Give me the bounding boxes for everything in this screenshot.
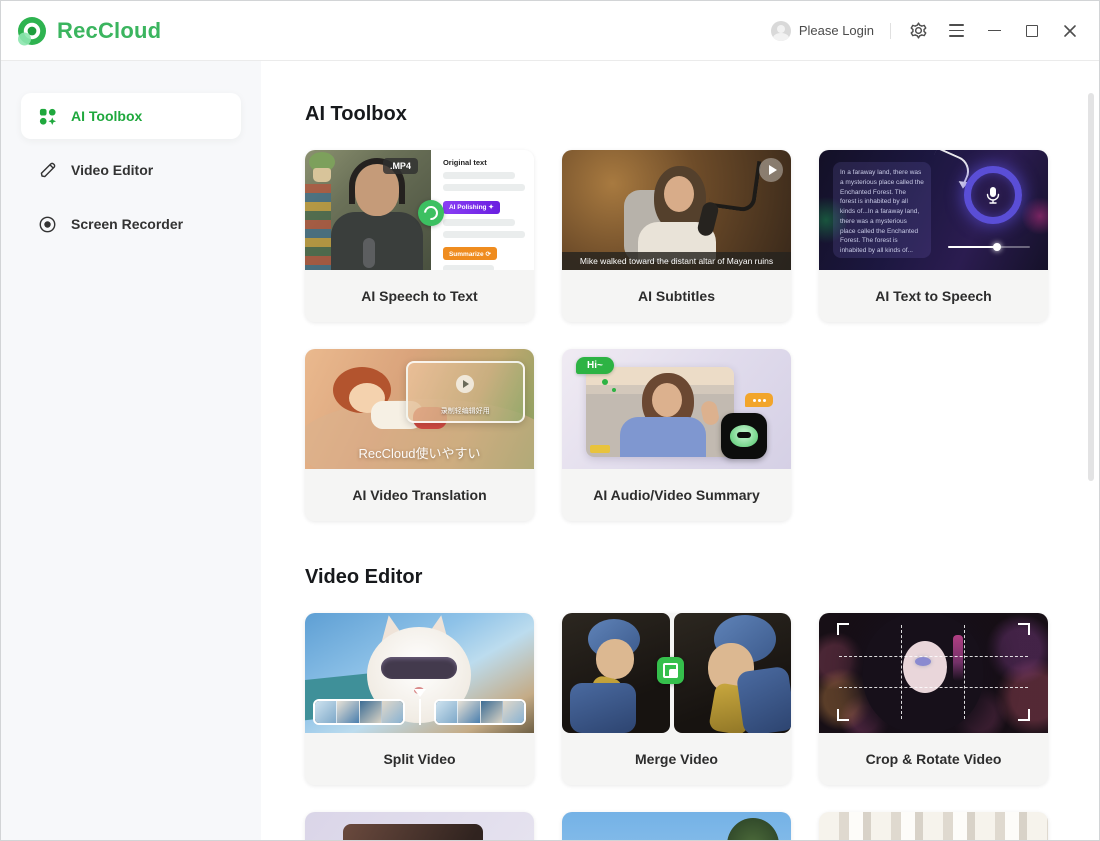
card-title: Crop & Rotate Video bbox=[819, 733, 1048, 785]
filmstrip-right bbox=[434, 699, 526, 725]
card-partial-2[interactable] bbox=[562, 812, 791, 840]
card-thumbnail bbox=[305, 812, 534, 840]
video-inset bbox=[586, 367, 734, 457]
menu-button[interactable] bbox=[945, 20, 967, 42]
sidebar-item-screen-recorder[interactable]: Screen Recorder bbox=[21, 201, 241, 247]
sidebar: AI Toolbox Video Editor Screen Recorder bbox=[1, 61, 261, 840]
card-thumbnail bbox=[819, 812, 1048, 840]
ai-polishing-badge: AI Polishing ✦ bbox=[443, 201, 500, 214]
card-ai-audio-video-summary[interactable]: Hi~ AI Audio/Video Summary bbox=[562, 349, 791, 521]
filmstrip-left bbox=[313, 699, 405, 725]
app-window: RecCloud Please Login bbox=[0, 0, 1100, 841]
main-content: AI Toolbox .MP4 Original text AI Polishi… bbox=[261, 61, 1099, 840]
card-title: AI Speech to Text bbox=[305, 270, 534, 322]
settings-button[interactable] bbox=[907, 20, 929, 42]
ai-toolbox-icon bbox=[38, 107, 57, 126]
app-logo: RecCloud bbox=[17, 16, 161, 46]
login-link[interactable]: Please Login bbox=[799, 23, 874, 38]
card-thumbnail: .MP4 Original text AI Polishing ✦ Summar… bbox=[305, 150, 534, 270]
app-title: RecCloud bbox=[57, 18, 161, 44]
play-icon bbox=[759, 158, 783, 182]
card-thumbnail bbox=[562, 613, 791, 733]
card-thumbnail bbox=[819, 613, 1048, 733]
maximize-icon bbox=[1026, 25, 1038, 37]
hamburger-menu-icon bbox=[949, 24, 964, 37]
minimize-button[interactable] bbox=[983, 20, 1005, 42]
merge-icon bbox=[657, 657, 684, 684]
card-title: Split Video bbox=[305, 733, 534, 785]
vertical-scrollbar[interactable] bbox=[1088, 93, 1094, 481]
translated-caption: RecCloud使いやすい bbox=[305, 443, 534, 462]
sidebar-item-label: AI Toolbox bbox=[71, 108, 142, 124]
section-title-ai-toolbox: AI Toolbox bbox=[305, 103, 1099, 126]
play-icon bbox=[456, 375, 474, 393]
audio-progress-slider bbox=[948, 246, 1030, 249]
original-text-label: Original text bbox=[443, 158, 525, 167]
subtitle-caption: Mike walked toward the distant altar of … bbox=[562, 252, 791, 270]
minimize-icon bbox=[988, 30, 1001, 32]
card-merge-video[interactable]: Merge Video bbox=[562, 613, 791, 785]
pip-inset-frame: 录制轻编辑好用 bbox=[406, 361, 525, 423]
card-partial-3[interactable] bbox=[819, 812, 1048, 840]
user-avatar[interactable] bbox=[771, 21, 791, 41]
inset-caption: 录制轻编辑好用 bbox=[408, 406, 523, 416]
greeting-bubble: Hi~ bbox=[576, 357, 614, 374]
card-title: Merge Video bbox=[562, 733, 791, 785]
card-partial-1[interactable] bbox=[305, 812, 534, 840]
card-thumbnail bbox=[305, 613, 534, 733]
split-marker-icon bbox=[419, 699, 421, 725]
close-button[interactable] bbox=[1059, 20, 1081, 42]
sidebar-item-label: Screen Recorder bbox=[71, 216, 183, 232]
card-ai-text-to-speech[interactable]: In a faraway land, there was a mysteriou… bbox=[819, 150, 1048, 322]
record-icon bbox=[38, 215, 57, 234]
card-ai-video-translation[interactable]: 录制轻编辑好用 RecCloud使いやすい AI Video Translati… bbox=[305, 349, 534, 521]
sidebar-item-video-editor[interactable]: Video Editor bbox=[21, 147, 241, 193]
ai-toolbox-grid: .MP4 Original text AI Polishing ✦ Summar… bbox=[305, 150, 1099, 521]
title-bar: RecCloud Please Login bbox=[1, 1, 1099, 61]
reccloud-logo-icon bbox=[17, 16, 47, 46]
card-ai-subtitles[interactable]: Mike walked toward the distant altar of … bbox=[562, 150, 791, 322]
card-title: AI Subtitles bbox=[562, 270, 791, 322]
card-title: AI Video Translation bbox=[305, 469, 534, 521]
microphone-icon bbox=[985, 186, 1001, 204]
tts-passage: In a faraway land, there was a mysteriou… bbox=[833, 162, 931, 258]
card-thumbnail: Hi~ bbox=[562, 349, 791, 469]
card-title: AI Audio/Video Summary bbox=[562, 469, 791, 521]
card-thumbnail: Mike walked toward the distant altar of … bbox=[562, 150, 791, 270]
glow-ring bbox=[964, 166, 1022, 224]
typing-dots-bubble-icon bbox=[745, 393, 773, 407]
pencil-icon bbox=[38, 161, 57, 180]
card-crop-rotate-video[interactable]: Crop & Rotate Video bbox=[819, 613, 1048, 785]
video-editor-grid: Split Video Merge Video bbox=[305, 613, 1099, 840]
card-thumbnail: In a faraway land, there was a mysteriou… bbox=[819, 150, 1048, 270]
reccloud-badge-icon bbox=[418, 200, 444, 226]
card-split-video[interactable]: Split Video bbox=[305, 613, 534, 785]
maximize-button[interactable] bbox=[1021, 20, 1043, 42]
summarize-badge: Summarize ⟳ bbox=[443, 247, 497, 260]
section-title-video-editor: Video Editor bbox=[305, 566, 1099, 589]
sidebar-item-ai-toolbox[interactable]: AI Toolbox bbox=[21, 93, 241, 139]
gear-icon bbox=[909, 21, 928, 40]
format-badge: .MP4 bbox=[383, 158, 418, 174]
card-ai-speech-to-text[interactable]: .MP4 Original text AI Polishing ✦ Summar… bbox=[305, 150, 534, 322]
crop-overlay bbox=[839, 625, 1028, 719]
card-thumbnail bbox=[562, 812, 791, 840]
header-divider bbox=[890, 23, 891, 39]
card-title: AI Text to Speech bbox=[819, 270, 1048, 322]
sidebar-item-label: Video Editor bbox=[71, 162, 153, 178]
ai-robot-mascot-icon bbox=[721, 413, 767, 459]
close-icon bbox=[1063, 24, 1077, 38]
card-thumbnail: 录制轻编辑好用 RecCloud使いやすい bbox=[305, 349, 534, 469]
